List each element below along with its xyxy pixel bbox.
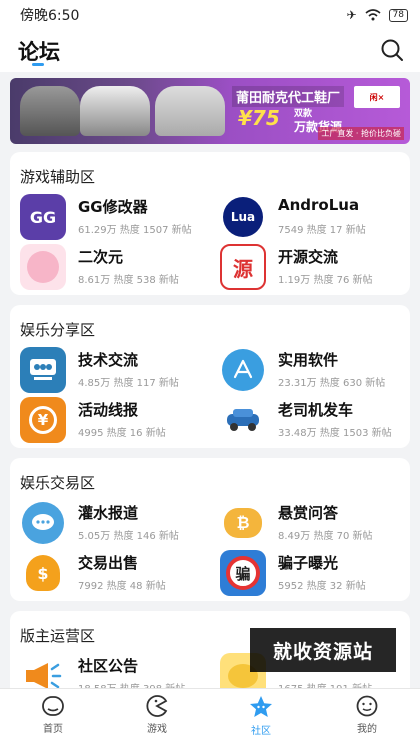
forum-item-tech-exchange[interactable]: 技术交流 4.85万 热度 117 新帖 — [20, 347, 210, 393]
tab-home[interactable]: 首页 — [18, 695, 88, 739]
forum-name: 技术交流 — [78, 351, 139, 369]
banner-logo: 闲× — [354, 86, 400, 108]
wifi-icon — [365, 9, 381, 21]
section-title: 游戏辅助区 — [20, 168, 96, 186]
forum-stats: 5952 热度 32 新帖 — [278, 581, 366, 592]
people-icon — [20, 347, 66, 393]
banner-title: 莆田耐克代工鞋厂 — [232, 86, 345, 107]
yen-coin-icon: ¥ — [20, 397, 66, 443]
forum-name: 活动线报 — [78, 401, 139, 419]
forum-item-chitchat[interactable]: 灌水报道 5.05万 热度 146 新帖 — [20, 500, 210, 546]
forum-name: AndroLua — [278, 196, 360, 214]
tab-games[interactable]: 游戏 — [122, 695, 192, 739]
title-indicator — [32, 63, 44, 66]
forum-item-scam-exposure[interactable]: 骗 骗子曝光 5952 热度 32 新帖 — [220, 550, 410, 596]
forum-item-open-source[interactable]: 源 开源交流 1.19万 热度 76 新帖 — [220, 244, 410, 290]
forum-name: 开源交流 — [278, 248, 339, 266]
tab-label: 首页 — [43, 724, 63, 735]
tab-community[interactable]: 社区 — [226, 695, 296, 739]
community-star-icon — [250, 696, 272, 717]
search-icon[interactable] — [380, 38, 404, 62]
profile-face-icon — [356, 695, 378, 717]
forum-item-trade-sell[interactable]: $ 交易出售 7992 热度 48 新帖 — [20, 550, 210, 596]
bottom-tab-bar: 首页 游戏 社区 我的 — [0, 688, 420, 745]
home-face-icon — [42, 696, 64, 716]
forum-item-useful-software[interactable]: 实用软件 23.31万 热度 630 新帖 — [220, 347, 410, 393]
forum-item-androlua[interactable]: Lua AndroLua 7549 热度 17 新帖 — [220, 194, 410, 240]
forum-stats: 7549 热度 17 新帖 — [278, 225, 366, 236]
banner-footer: 工厂直发 · 抢价比负碰 — [318, 127, 404, 140]
watermark-overlay: 就收资源站 — [250, 628, 396, 672]
forum-stats: 5.05万 热度 146 新帖 — [78, 531, 179, 542]
scam-warning-icon: 骗 — [220, 550, 266, 596]
forum-stats: 8.61万 热度 538 新帖 — [78, 275, 179, 286]
battery-icon: 78 — [388, 8, 408, 22]
forum-stats: 4.85万 热度 117 新帖 — [78, 378, 179, 389]
forum-stats: 33.48万 热度 1503 新帖 — [278, 428, 392, 439]
shoe-image — [155, 86, 225, 136]
forum-name: 交易出售 — [78, 554, 139, 572]
bitcoin-chat-icon: ₿ — [220, 500, 266, 546]
forum-stats: 4995 热度 16 新帖 — [78, 428, 166, 439]
status-icons: ✈ 78 — [346, 8, 408, 22]
forum-stats: 8.49万 热度 70 新帖 — [278, 531, 373, 542]
forum-stats: 23.31万 热度 630 新帖 — [278, 378, 386, 389]
tab-label: 社区 — [251, 726, 271, 737]
section-title: 版主运营区 — [20, 627, 96, 645]
shoe-image — [20, 86, 80, 136]
section-entertainment-trade: 娱乐交易区 灌水报道 5.05万 热度 146 新帖 ₿ 悬赏问答 8.49万 … — [10, 458, 410, 601]
banner-logo-text: 闲× — [369, 92, 385, 102]
ad-banner[interactable]: 莆田耐克代工鞋厂 ¥75 双款 万款货源 闲× 工厂直发 · 抢价比负碰 — [10, 78, 410, 144]
airplane-icon: ✈ — [346, 8, 357, 22]
forum-stats: 7992 热度 48 新帖 — [78, 581, 166, 592]
gg-modifier-icon: GG — [20, 194, 66, 240]
lua-icon: Lua — [220, 194, 266, 240]
header: 论坛 — [0, 30, 420, 72]
tab-label: 游戏 — [147, 724, 167, 735]
section-game-assist: 游戏辅助区 GG GG修改器 61.29万 热度 1507 新帖 Lua And… — [10, 152, 410, 295]
forum-stats: 61.29万 热度 1507 新帖 — [78, 225, 192, 236]
forum-name: 实用软件 — [278, 351, 339, 369]
page-title: 论坛 — [18, 40, 60, 64]
tab-label: 我的 — [357, 724, 377, 735]
shoe-image — [80, 86, 150, 136]
section-entertainment-share: 娱乐分享区 技术交流 4.85万 热度 117 新帖 实用软件 23.31万 热… — [10, 305, 410, 448]
forum-item-old-driver[interactable]: 老司机发车 33.48万 热度 1503 新帖 — [220, 397, 410, 443]
forum-name: GG修改器 — [78, 198, 148, 216]
forum-name: 二次元 — [78, 248, 124, 266]
status-bar: 傍晚6:50 ✈ 78 — [0, 0, 420, 30]
forum-name: 骗子曝光 — [278, 554, 339, 572]
banner-price: ¥75 — [238, 106, 280, 130]
money-bag-icon: $ — [20, 550, 66, 596]
forum-item-bounty-qa[interactable]: ₿ 悬赏问答 8.49万 热度 70 新帖 — [220, 500, 410, 546]
section-title: 娱乐交易区 — [20, 474, 96, 492]
game-pacman-icon — [146, 695, 168, 717]
forum-name: 灌水报道 — [78, 504, 139, 522]
anime-girl-icon — [20, 244, 66, 290]
app-store-icon — [220, 347, 266, 393]
forum-stats: 1.19万 热度 76 新帖 — [278, 275, 373, 286]
forum-name: 悬赏问答 — [278, 504, 339, 522]
forum-name: 社区公告 — [78, 657, 139, 675]
car-icon — [220, 397, 266, 443]
forum-item-anime[interactable]: 二次元 8.61万 热度 538 新帖 — [20, 244, 210, 290]
section-title: 娱乐分享区 — [20, 321, 96, 339]
forum-item-events[interactable]: ¥ 活动线报 4995 热度 16 新帖 — [20, 397, 210, 443]
forum-name: 老司机发车 — [278, 401, 354, 419]
chat-bubble-icon — [20, 500, 66, 546]
tab-profile[interactable]: 我的 — [332, 695, 402, 739]
open-source-icon: 源 — [220, 244, 266, 290]
forum-item-gg-modifier[interactable]: GG GG修改器 61.29万 热度 1507 新帖 — [20, 194, 210, 240]
status-time: 傍晚6:50 — [20, 8, 80, 24]
